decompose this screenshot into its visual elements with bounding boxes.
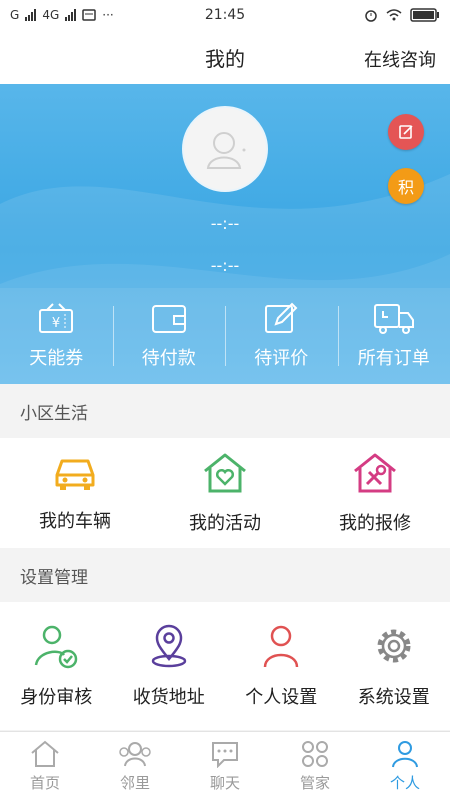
battery-icon xyxy=(410,8,439,22)
neighbors-icon xyxy=(119,741,151,766)
grid-icon xyxy=(302,740,328,767)
carrier-label: G xyxy=(10,8,20,22)
grid-item-label: 我的车辆 xyxy=(39,511,111,532)
car-icon xyxy=(55,459,95,490)
edit-profile-button[interactable] xyxy=(388,114,424,150)
tab-label: 管家 xyxy=(299,773,330,792)
tab-home[interactable]: 首页 xyxy=(0,732,90,800)
settings-grid: 身份审核 收货地址 个人设置 系统设置 xyxy=(0,602,450,730)
title-bar: 我的 在线咨询 xyxy=(0,30,450,84)
quick-action-label: 待付款 xyxy=(141,348,196,369)
bottom-tab-bar: 首页 邻里 聊天 管家 个人 xyxy=(0,731,450,800)
tab-label: 聊天 xyxy=(209,773,240,792)
personal-settings-item[interactable]: 个人设置 xyxy=(225,602,338,730)
system-settings-item[interactable]: 系统设置 xyxy=(338,602,450,730)
person-icon xyxy=(392,740,418,767)
edit-icon xyxy=(399,125,413,139)
my-activities-item[interactable]: 我的活动 xyxy=(150,438,300,548)
online-consult-link[interactable]: 在线咨询 xyxy=(364,46,436,72)
signal-icon xyxy=(25,9,37,21)
quick-action-pending-payment[interactable]: 待付款 xyxy=(112,288,226,384)
avatar-placeholder-icon xyxy=(206,132,246,169)
status-left: G 4G ··· xyxy=(10,8,114,22)
quick-actions: ¥ 天能券 待付款 待评价 所有订单 xyxy=(0,288,450,384)
alarm-icon xyxy=(365,10,377,22)
grid-item-label: 身份审核 xyxy=(20,687,93,708)
points-button[interactable]: 积 xyxy=(388,168,424,204)
quick-action-label: 天能券 xyxy=(29,348,84,369)
tab-label: 首页 xyxy=(29,773,60,792)
user-name: --:-- xyxy=(210,214,240,233)
quick-action-label: 待评价 xyxy=(254,348,309,369)
quick-action-coupon[interactable]: ¥ 天能券 xyxy=(0,288,113,384)
quick-action-all-orders[interactable]: 所有订单 xyxy=(337,288,450,384)
profile-hero: --:-- --:-- 积 ¥ 天能券 待付款 待评价 所有订单 xyxy=(0,84,450,384)
message-icon xyxy=(82,9,96,21)
user-check-icon xyxy=(35,625,78,669)
my-vehicles-item[interactable]: 我的车辆 xyxy=(0,438,150,548)
status-right xyxy=(364,8,440,22)
wifi-icon xyxy=(386,9,402,21)
grid-item-label: 我的报修 xyxy=(339,513,411,534)
shipping-address-item[interactable]: 收货地址 xyxy=(113,602,226,730)
more-indicator: ··· xyxy=(102,8,114,22)
house-heart-icon xyxy=(204,453,246,493)
tab-neighbors[interactable]: 邻里 xyxy=(90,732,180,800)
tab-butler[interactable]: 管家 xyxy=(270,732,360,800)
wallet-icon xyxy=(151,305,186,333)
identity-verification-item[interactable]: 身份审核 xyxy=(0,602,113,730)
user-subtitle: --:-- xyxy=(210,256,240,275)
section-header-community: 小区生活 xyxy=(0,384,450,438)
review-icon xyxy=(265,302,298,333)
tab-label: 个人 xyxy=(389,773,420,792)
tab-personal[interactable]: 个人 xyxy=(360,732,450,800)
page-title: 我的 xyxy=(205,46,245,71)
section-header-settings: 设置管理 xyxy=(0,548,450,602)
signal-icon-2 xyxy=(65,9,77,21)
quick-action-label: 所有订单 xyxy=(357,348,430,369)
quick-action-pending-review[interactable]: 待评价 xyxy=(225,288,338,384)
home-icon xyxy=(31,740,59,767)
grid-item-label: 收货地址 xyxy=(132,687,205,708)
my-repairs-item[interactable]: 我的报修 xyxy=(300,438,450,548)
person-icon xyxy=(264,625,299,668)
coupon-icon: ¥ xyxy=(39,303,74,333)
grid-item-label: 系统设置 xyxy=(357,687,430,708)
svg-text:¥: ¥ xyxy=(52,316,60,331)
community-grid: 我的车辆 我的活动 我的报修 xyxy=(0,438,450,548)
points-label: 积 xyxy=(397,178,414,197)
location-pin-icon xyxy=(151,624,186,668)
network-label: 4G xyxy=(42,8,60,22)
house-tools-icon xyxy=(354,453,396,493)
status-bar: G 4G ··· 21:45 xyxy=(0,0,450,30)
delivery-truck-icon xyxy=(373,304,414,334)
tab-label: 邻里 xyxy=(119,773,150,792)
grid-item-label: 我的活动 xyxy=(189,513,261,534)
grid-item-label: 个人设置 xyxy=(245,687,318,708)
tab-chat[interactable]: 聊天 xyxy=(180,732,270,800)
gear-icon xyxy=(377,629,411,663)
avatar[interactable] xyxy=(182,106,268,192)
chat-icon xyxy=(212,741,238,768)
